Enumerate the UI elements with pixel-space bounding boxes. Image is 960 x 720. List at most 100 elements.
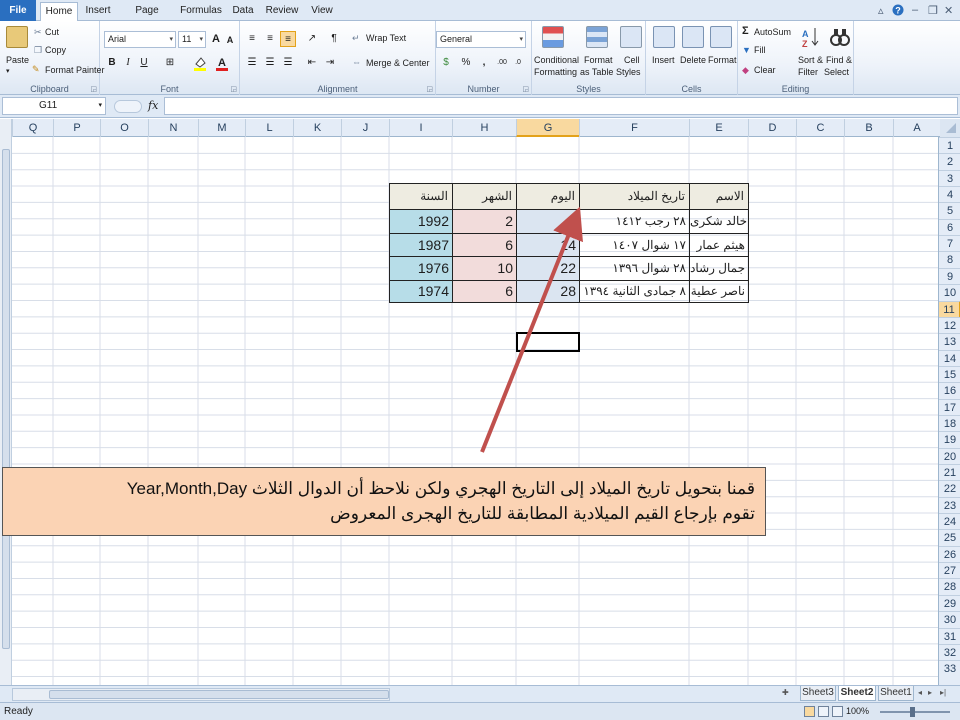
tab-data[interactable]: Data — [228, 2, 258, 21]
row-header-30[interactable]: 30 — [939, 611, 960, 627]
tab-home[interactable]: Home — [40, 2, 78, 21]
formula-input[interactable] — [164, 97, 958, 115]
table-cell-year[interactable]: 1974 — [389, 280, 453, 303]
cell-styles-sublabel[interactable]: Styles — [616, 67, 641, 77]
column-header-b[interactable]: B — [844, 119, 893, 137]
new-sheet-icon[interactable]: ✚ — [782, 688, 789, 697]
fill-button[interactable]: Fill — [754, 45, 766, 55]
zoom-slider-thumb[interactable] — [910, 707, 915, 717]
align-center-icon[interactable]: ☰ — [262, 55, 278, 71]
percent-button[interactable]: % — [458, 55, 474, 71]
italic-button[interactable]: I — [120, 55, 136, 71]
number-format-combo[interactable]: General ▾ — [436, 31, 526, 48]
column-header-q[interactable]: Q — [12, 119, 53, 137]
fill-color-icon[interactable] — [192, 55, 208, 71]
table-cell-hijri[interactable]: ٢٨ رجب ١٤١٢ — [579, 209, 690, 234]
row-header-26[interactable]: 26 — [939, 545, 960, 562]
orientation-icon[interactable]: ↗ — [304, 31, 320, 47]
column-header-m[interactable]: M — [198, 119, 245, 137]
prev-sheet-icon[interactable]: ▸ — [928, 688, 932, 697]
page-layout-view-icon[interactable] — [818, 706, 829, 717]
clipboard-launcher-icon[interactable]: ◲ — [90, 85, 97, 93]
row-header-11[interactable]: 11 — [939, 300, 960, 317]
row-header-31[interactable]: 31 — [939, 627, 960, 644]
align-right-icon[interactable]: ☰ — [280, 55, 296, 71]
table-cell-month[interactable]: 10 — [452, 256, 517, 281]
horizontal-scrollbar[interactable] — [12, 688, 390, 701]
row-header-15[interactable]: 15 — [939, 365, 960, 382]
insert-function-icon[interactable]: fx — [148, 99, 158, 112]
copy-button[interactable]: Copy — [45, 45, 66, 55]
sheet-tab-sheet1[interactable]: Sheet1 — [878, 686, 914, 701]
row-header-32[interactable]: 32 — [939, 643, 960, 660]
help-icon[interactable]: ? — [892, 4, 904, 19]
table-cell-name[interactable]: خالد شكرى — [689, 209, 749, 234]
sheet-tab-sheet2[interactable]: Sheet2 — [838, 686, 876, 701]
page-break-view-icon[interactable] — [832, 706, 843, 717]
row-header-28[interactable]: 28 — [939, 578, 960, 594]
cell-styles-button[interactable]: Cell — [624, 55, 640, 65]
row-header-19[interactable]: 19 — [939, 431, 960, 447]
row-header-3[interactable]: 3 — [939, 169, 960, 186]
column-header-o[interactable]: O — [100, 119, 148, 137]
format-button[interactable]: Format — [708, 55, 737, 65]
collapse-ribbon-icon[interactable]: ▵ — [878, 4, 884, 17]
tab-page-layout[interactable]: Page Layout — [120, 2, 174, 34]
font-color-icon[interactable]: A — [214, 55, 230, 71]
table-cell-name[interactable]: جمال رشاد — [689, 256, 749, 281]
shrink-font-button[interactable]: A — [222, 32, 238, 48]
vertical-scroll-thumb[interactable] — [2, 149, 10, 649]
tab-insert[interactable]: Insert — [80, 2, 116, 21]
table-cell-hijri[interactable]: ٢٨ شوال ١٣٩٦ — [579, 256, 690, 281]
tab-formulas[interactable]: Formulas — [178, 2, 224, 21]
row-header-12[interactable]: 12 — [939, 316, 960, 333]
sheet-tab-sheet3[interactable]: Sheet3 — [800, 686, 836, 701]
table-cell-month[interactable]: 6 — [452, 280, 517, 303]
format-as-table-button[interactable]: Format — [584, 55, 613, 65]
table-cell-month[interactable]: 2 — [452, 209, 517, 234]
row-header-9[interactable]: 9 — [939, 267, 960, 284]
row-header-21[interactable]: 21 — [939, 464, 960, 480]
font-size-combo[interactable]: 11 ▾ — [178, 31, 206, 48]
bold-button[interactable]: B — [104, 55, 120, 71]
column-header-d[interactable]: D — [748, 119, 796, 137]
table-cell-day[interactable]: 28 — [516, 280, 580, 303]
row-header-8[interactable]: 8 — [939, 251, 960, 267]
decrease-indent-icon[interactable]: ⇤ — [304, 55, 320, 71]
table-cell-hijri[interactable]: ١٧ شوال ١٤٠٧ — [579, 233, 690, 257]
close-icon[interactable]: ✕ — [944, 4, 953, 17]
find-select-sublabel[interactable]: Select — [824, 67, 849, 77]
table-cell-name[interactable]: ناصر عطية — [689, 280, 749, 303]
increase-indent-icon[interactable]: ⇥ — [322, 55, 338, 71]
font-name-combo[interactable]: Arial ▾ — [104, 31, 176, 48]
row-header-18[interactable]: 18 — [939, 414, 960, 431]
row-header-33[interactable]: 33 — [939, 660, 960, 676]
align-left-icon[interactable]: ☰ — [244, 55, 260, 71]
column-header-e[interactable]: E — [689, 119, 748, 137]
alignment-launcher-icon[interactable]: ◲ — [426, 85, 433, 93]
row-header-25[interactable]: 25 — [939, 529, 960, 545]
tab-view[interactable]: View — [306, 2, 338, 21]
column-header-a[interactable]: A — [893, 119, 940, 137]
formula-bar-divider[interactable] — [114, 100, 142, 113]
insert-button[interactable]: Insert — [652, 55, 675, 65]
wrap-text-button[interactable]: Wrap Text — [366, 33, 406, 43]
row-header-6[interactable]: 6 — [939, 218, 960, 235]
paste-dropdown-icon[interactable]: ▾ — [6, 67, 10, 75]
borders-icon[interactable]: ⊞ — [162, 55, 178, 71]
conditional-formatting-sublabel[interactable]: Formatting — [534, 67, 577, 77]
column-header-k[interactable]: K — [293, 119, 341, 137]
underline-button[interactable]: U — [136, 55, 152, 71]
align-top-icon[interactable]: ≡ — [244, 31, 260, 47]
table-header-year[interactable]: السنة — [389, 183, 453, 210]
find-select-button[interactable]: Find & — [826, 55, 852, 65]
row-header-4[interactable]: 4 — [939, 186, 960, 202]
last-sheet-icon[interactable]: ▸| — [940, 688, 946, 697]
comma-button[interactable]: , — [476, 55, 492, 71]
tab-review[interactable]: Review — [262, 2, 302, 21]
table-cell-month[interactable]: 6 — [452, 233, 517, 257]
align-bottom-icon[interactable]: ≡ — [280, 31, 296, 47]
conditional-formatting-button[interactable]: Conditional — [534, 55, 579, 65]
cut-button[interactable]: Cut — [45, 27, 59, 37]
row-header-20[interactable]: 20 — [939, 447, 960, 464]
